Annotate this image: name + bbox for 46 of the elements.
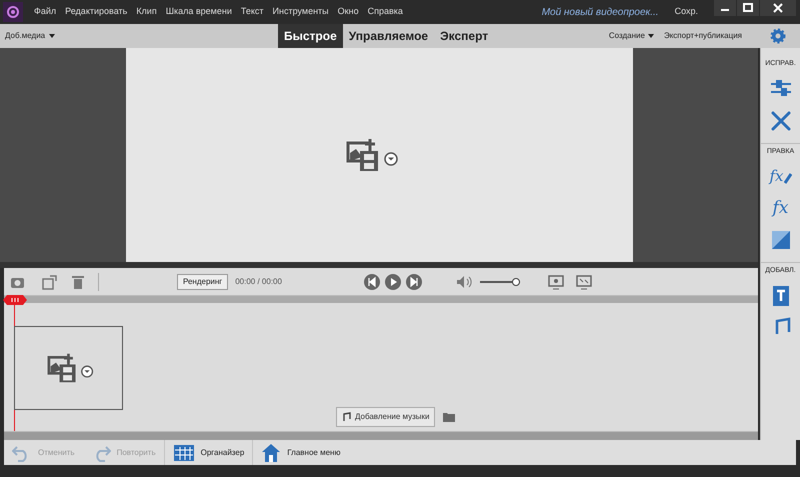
close-icon[interactable]	[760, 0, 796, 16]
previous-icon[interactable]	[364, 274, 380, 290]
media-drop-zone[interactable]	[14, 326, 123, 410]
menu-item[interactable]: Окно	[338, 5, 359, 19]
dropdown-caret-icon	[648, 34, 654, 38]
volume-slider[interactable]	[480, 278, 520, 286]
home-button[interactable]: Главное меню	[252, 440, 348, 465]
create-menu[interactable]: Создание	[608, 30, 645, 42]
time-display: 00:00 / 00:00	[235, 276, 282, 288]
fullscreen-icon[interactable]	[576, 274, 592, 290]
minimize-icon[interactable]	[714, 0, 736, 16]
volume-icon[interactable]	[456, 274, 472, 288]
menu-item[interactable]: Клип	[136, 5, 157, 19]
save-link[interactable]: Сохр.	[674, 5, 698, 19]
project-title: Мой новый видеопроек...	[542, 6, 659, 20]
horizontal-scrollbar[interactable]	[4, 432, 758, 440]
menu-item[interactable]: Инструменты	[272, 5, 329, 19]
folder-icon[interactable]	[442, 412, 455, 422]
menu-item[interactable]: Справка	[368, 5, 403, 19]
render-button[interactable]: Рендеринг	[177, 274, 228, 290]
mode-tab[interactable]: Эксперт	[434, 24, 494, 48]
menu-item[interactable]: Редактировать	[65, 5, 128, 19]
playhead-icon[interactable]	[3, 295, 27, 305]
fx-icon[interactable]: fx	[772, 200, 788, 216]
menu-item[interactable]: Текст	[240, 5, 264, 19]
export-menu[interactable]: Экспорт+публикация	[664, 30, 742, 42]
grid-icon	[172, 444, 195, 462]
add-media-menu[interactable]: Доб.медиа	[5, 30, 48, 42]
maximize-icon[interactable]	[737, 0, 759, 16]
slider-thumb[interactable]	[512, 278, 520, 286]
dropdown-caret-icon	[49, 34, 56, 38]
settings-icon[interactable]	[770, 28, 786, 44]
menu-item[interactable]: Файл	[34, 5, 56, 19]
organizer-button[interactable]: Органайзер	[164, 440, 252, 465]
tools-icon[interactable]	[768, 108, 792, 132]
add-music-button[interactable]: Добавление музыки	[336, 407, 435, 427]
rotate-icon[interactable]	[42, 274, 58, 290]
play-icon[interactable]	[384, 274, 401, 290]
menu-item[interactable]: Шкала времени	[166, 5, 232, 19]
mode-tab[interactable]: Быстрое	[278, 24, 343, 48]
monitor-icon[interactable]	[548, 274, 564, 290]
app-logo-icon	[3, 2, 23, 22]
trash-icon[interactable]	[72, 274, 84, 288]
mode-tab[interactable]: Управляемое	[342, 24, 434, 48]
home-icon	[261, 442, 282, 462]
next-icon[interactable]	[406, 274, 422, 290]
